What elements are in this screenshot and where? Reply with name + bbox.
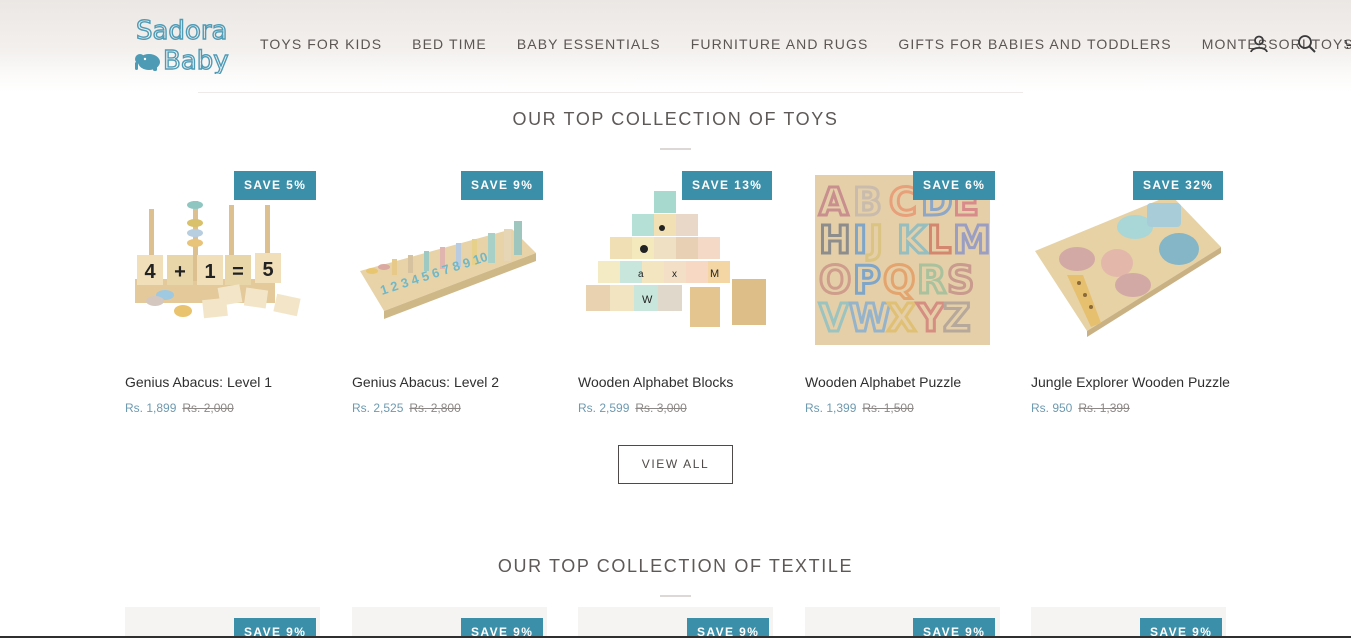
svg-text:M: M xyxy=(953,218,991,262)
main-nav: TOYS FOR KIDS BED TIME BABY ESSENTIALS F… xyxy=(260,36,1351,52)
product-name-wooden-alphabet-blocks[interactable]: Wooden Alphabet Blocks xyxy=(578,374,733,390)
view-all-button[interactable]: VIEW ALL xyxy=(618,445,733,484)
product-name-genius-abacus-1[interactable]: Genius Abacus: Level 1 xyxy=(125,374,272,390)
cart-icon[interactable] xyxy=(1344,33,1351,55)
price-row-wooden-alphabet-blocks: Rs. 2,599 Rs. 3,000 xyxy=(578,401,687,415)
toys-title-rule xyxy=(660,148,691,150)
account-icon[interactable] xyxy=(1248,33,1270,55)
product-name-genius-abacus-2[interactable]: Genius Abacus: Level 2 xyxy=(352,374,499,390)
svg-text:W: W xyxy=(642,294,653,306)
svg-text:M: M xyxy=(710,268,719,280)
compare-price: Rs. 3,000 xyxy=(635,401,687,415)
price-row-genius-abacus-2: Rs. 2,525 Rs. 2,800 xyxy=(352,401,461,415)
compare-price: Rs. 2,800 xyxy=(409,401,461,415)
nav-baby-essentials[interactable]: BABY ESSENTIALS xyxy=(517,36,661,52)
badge-jungle-explorer-puzzle: SAVE 32% xyxy=(1133,171,1224,200)
textile-section-title: OUR TOP COLLECTION OF TEXTILE xyxy=(497,556,854,576)
svg-text:J: J xyxy=(866,218,883,262)
price-row-jungle-explorer-puzzle: Rs. 950 Rs. 1,399 xyxy=(1031,401,1130,415)
svg-text:V: V xyxy=(819,296,849,340)
nav-toys-for-kids[interactable]: TOYS FOR KIDS xyxy=(260,36,382,52)
sadora-baby-logo[interactable]: Sadora Baby xyxy=(133,14,243,74)
badge-genius-abacus-2: SAVE 9% xyxy=(461,171,544,200)
svg-text:W: W xyxy=(849,296,891,340)
svg-text:5: 5 xyxy=(262,259,273,281)
svg-text:a: a xyxy=(638,269,644,280)
search-icon[interactable] xyxy=(1296,33,1318,55)
logo-text-line1: Sadora xyxy=(136,16,227,46)
toys-section-title: OUR TOP COLLECTION OF TOYS xyxy=(512,109,839,129)
price-row-genius-abacus-1: Rs. 1,899 Rs. 2,000 xyxy=(125,401,234,415)
textile-badge: SAVE 9% xyxy=(461,618,544,638)
badge-genius-abacus-1: SAVE 5% xyxy=(234,171,317,200)
textile-badge: SAVE 9% xyxy=(687,618,770,638)
logo-text-line2: Baby xyxy=(163,46,229,74)
svg-text:1: 1 xyxy=(204,261,215,283)
textile-title-rule xyxy=(660,595,691,597)
sale-price: Rs. 2,599 xyxy=(578,401,630,415)
sale-price: Rs. 1,899 xyxy=(125,401,177,415)
compare-price: Rs. 1,399 xyxy=(1078,401,1130,415)
product-name-jungle-explorer-puzzle[interactable]: Jungle Explorer Wooden Puzzle xyxy=(1031,374,1230,390)
sale-price: Rs. 950 xyxy=(1031,401,1073,415)
svg-text:4: 4 xyxy=(144,261,156,283)
svg-text:K: K xyxy=(897,218,928,262)
svg-text:x: x xyxy=(672,269,677,280)
badge-wooden-alphabet-blocks: SAVE 13% xyxy=(682,171,773,200)
svg-text:Z: Z xyxy=(943,296,971,340)
svg-text:X: X xyxy=(887,296,916,340)
nav-furniture-and-rugs[interactable]: FURNITURE AND RUGS xyxy=(691,36,869,52)
textile-badge: SAVE 9% xyxy=(234,618,317,638)
svg-text:+: + xyxy=(174,261,186,283)
svg-text:H: H xyxy=(819,218,851,262)
textile-badge: SAVE 9% xyxy=(913,618,996,638)
sale-price: Rs. 2,525 xyxy=(352,401,404,415)
nav-gifts-for-babies-and-toddlers[interactable]: GIFTS FOR BABIES AND TODDLERS xyxy=(898,36,1171,52)
svg-text:=: = xyxy=(232,261,244,283)
nav-bed-time[interactable]: BED TIME xyxy=(412,36,487,52)
price-row-wooden-alphabet-puzzle: Rs. 1,399 Rs. 1,500 xyxy=(805,401,914,415)
compare-price: Rs. 2,000 xyxy=(182,401,234,415)
compare-price: Rs. 1,500 xyxy=(862,401,914,415)
svg-text:Y: Y xyxy=(916,296,945,340)
svg-text:I: I xyxy=(853,218,867,262)
sale-price: Rs. 1,399 xyxy=(805,401,857,415)
header-divider xyxy=(198,92,1023,93)
product-name-wooden-alphabet-puzzle[interactable]: Wooden Alphabet Puzzle xyxy=(805,374,961,390)
badge-wooden-alphabet-puzzle: SAVE 6% xyxy=(913,171,996,200)
svg-text:L: L xyxy=(927,218,951,262)
textile-badge: SAVE 9% xyxy=(1140,618,1223,638)
header-icons xyxy=(1248,33,1351,55)
